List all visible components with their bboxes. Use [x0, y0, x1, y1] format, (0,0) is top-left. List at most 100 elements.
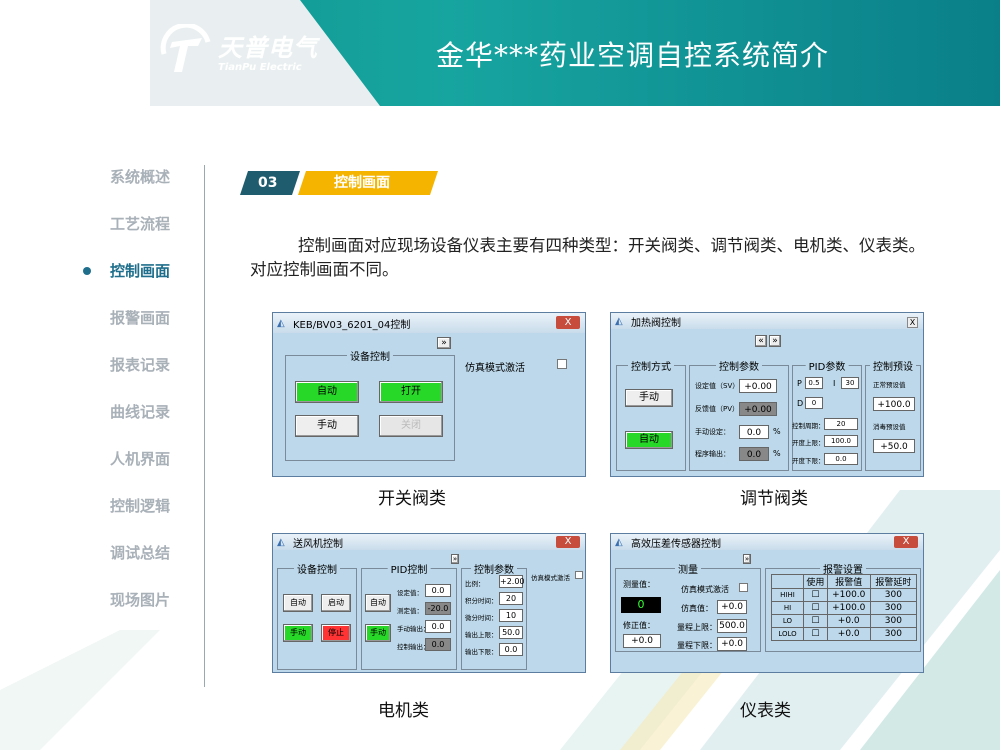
use-checkbox[interactable]: ☐: [803, 588, 828, 602]
alarm-name: LO: [771, 614, 804, 628]
caption-regulating-valve: 调节阀类: [740, 489, 808, 509]
window-title: 高效压差传感器控制: [631, 538, 721, 550]
use-checkbox[interactable]: ☐: [803, 601, 828, 615]
nav-item-alarm[interactable]: 报警画面: [80, 303, 200, 333]
alarm-value[interactable]: +0.0: [826, 614, 871, 628]
nav-item-curve[interactable]: 曲线记录: [80, 397, 200, 427]
close-icon[interactable]: X: [556, 536, 580, 548]
auto-button[interactable]: 自动: [283, 594, 313, 612]
use-checkbox[interactable]: ☐: [803, 614, 828, 628]
table-header-row: 使用 报警值 报警延时: [771, 574, 918, 589]
alarm-value[interactable]: +0.0: [826, 627, 871, 641]
group-title: 控制参数: [471, 561, 517, 576]
close-valve-button[interactable]: 关闭: [379, 415, 443, 437]
nav-item-control[interactable]: 控制画面: [80, 256, 200, 286]
d-field[interactable]: 0: [805, 397, 823, 409]
alarm-delay[interactable]: 300: [869, 614, 918, 628]
out-lower-field[interactable]: 0.0: [499, 643, 523, 656]
range-lower-label: 量程下限：: [677, 641, 717, 650]
p-field[interactable]: 0.5: [805, 377, 823, 389]
chevron-right-icon[interactable]: »: [437, 337, 451, 349]
i-label: I: [833, 379, 836, 388]
close-icon[interactable]: X: [907, 317, 918, 328]
upper-field[interactable]: 100.0: [824, 435, 858, 447]
sim-value-field[interactable]: +0.0: [717, 600, 747, 614]
p-label: P: [797, 379, 802, 388]
measure-display: 0: [621, 597, 661, 613]
table-row: HIHI ☐ +100.0 300: [771, 588, 918, 602]
control-mode-group: 控制方式: [616, 358, 686, 471]
manual-out-field[interactable]: 0.0: [425, 620, 451, 633]
manual-set-label: 手动设定：: [695, 428, 730, 436]
alarm-delay[interactable]: 300: [869, 601, 918, 615]
nav-item-report[interactable]: 报表记录: [80, 350, 200, 380]
active-dot-icon: [83, 267, 91, 275]
auto-button[interactable]: 自动: [295, 381, 359, 403]
nav-item-photos[interactable]: 现场图片: [80, 585, 200, 615]
header-white: [0, 0, 150, 106]
alarm-value[interactable]: +100.0: [826, 601, 871, 615]
pid-auto-button[interactable]: 自动: [365, 594, 391, 612]
close-icon[interactable]: X: [556, 316, 580, 329]
disinfect-preset-field[interactable]: +50.0: [873, 439, 915, 453]
normal-preset-field[interactable]: +100.0: [873, 397, 915, 411]
out-upper-field[interactable]: 50.0: [499, 626, 523, 639]
upper-label: 开度上限：: [792, 439, 825, 447]
window-titlebar: ◭ 高效压差传感器控制 X: [611, 534, 923, 550]
stop-button[interactable]: 停止: [321, 624, 351, 642]
open-button[interactable]: 打开: [379, 381, 443, 403]
correction-field[interactable]: +0.0: [623, 634, 661, 648]
sim-mode-label: 仿真模式激活: [465, 363, 525, 374]
table-header: [771, 574, 804, 589]
nav-item-hmi[interactable]: 人机界面: [80, 444, 200, 474]
motor-window: ◭ 送风机控制 X » 设备控制 自动 启动 手动 停止 PID控制 自动 手动 设…: [272, 533, 586, 673]
ratio-label: 比例：: [465, 580, 485, 588]
range-lower-field[interactable]: +0.0: [717, 637, 747, 651]
logo-mark-icon: [160, 24, 211, 72]
manual-button[interactable]: 手动: [625, 389, 673, 407]
close-icon[interactable]: X: [894, 536, 918, 548]
app-icon: ◭: [277, 318, 285, 329]
integral-label: 积分时间：: [465, 597, 498, 605]
chevron-right-icon[interactable]: »: [743, 554, 751, 564]
nav-item-debug[interactable]: 调试总结: [80, 538, 200, 568]
pv-field: +0.00: [739, 402, 777, 416]
prev-icon[interactable]: «: [755, 335, 767, 347]
ratio-field[interactable]: +2.00: [499, 575, 525, 588]
nav-item-process[interactable]: 工艺流程: [80, 209, 200, 239]
window-title: 送风机控制: [293, 538, 343, 550]
out-upper-label: 输出上限：: [465, 631, 498, 639]
table-header: 报警延时: [869, 574, 918, 589]
pid-manual-button[interactable]: 手动: [365, 624, 391, 642]
start-button[interactable]: 启动: [321, 594, 351, 612]
nav-divider: [204, 165, 205, 687]
nav-item-overview[interactable]: 系统概述: [80, 162, 200, 192]
control-out-field: 0.0: [425, 638, 451, 651]
alarm-delay[interactable]: 300: [869, 588, 918, 602]
sv-field[interactable]: 0.0: [425, 584, 451, 597]
next-icon[interactable]: »: [769, 335, 781, 347]
measure-label: 测量值：: [623, 580, 655, 589]
app-icon: ◭: [615, 316, 623, 327]
i-field[interactable]: 30: [841, 377, 859, 389]
range-upper-field[interactable]: 500.0: [717, 619, 747, 633]
manual-button[interactable]: 手动: [295, 415, 359, 437]
auto-button[interactable]: 自动: [625, 431, 673, 449]
switch-valve-window: ◭ KEB/BV03_6201_04控制 X » 设备控制 自动 打开 手动 关闭 …: [272, 312, 586, 477]
chevron-right-icon[interactable]: »: [451, 554, 459, 564]
lower-field[interactable]: 0.0: [824, 453, 858, 465]
sim-mode-checkbox[interactable]: [557, 359, 567, 369]
alarm-delay[interactable]: 300: [869, 627, 918, 641]
sv-field[interactable]: +0.00: [739, 379, 777, 393]
derivative-field[interactable]: 10: [499, 609, 523, 622]
nav-item-logic[interactable]: 控制逻辑: [80, 491, 200, 521]
sim-mode-checkbox[interactable]: [739, 583, 748, 592]
sim-mode-checkbox[interactable]: [575, 571, 583, 579]
use-checkbox[interactable]: ☐: [803, 627, 828, 641]
alarm-value[interactable]: +100.0: [826, 588, 871, 602]
group-title: 控制预设: [870, 358, 916, 373]
manual-set-field[interactable]: 0.0: [739, 425, 769, 439]
cycle-field[interactable]: 20: [824, 418, 858, 430]
integral-field[interactable]: 20: [499, 592, 523, 605]
manual-button[interactable]: 手动: [283, 624, 313, 642]
